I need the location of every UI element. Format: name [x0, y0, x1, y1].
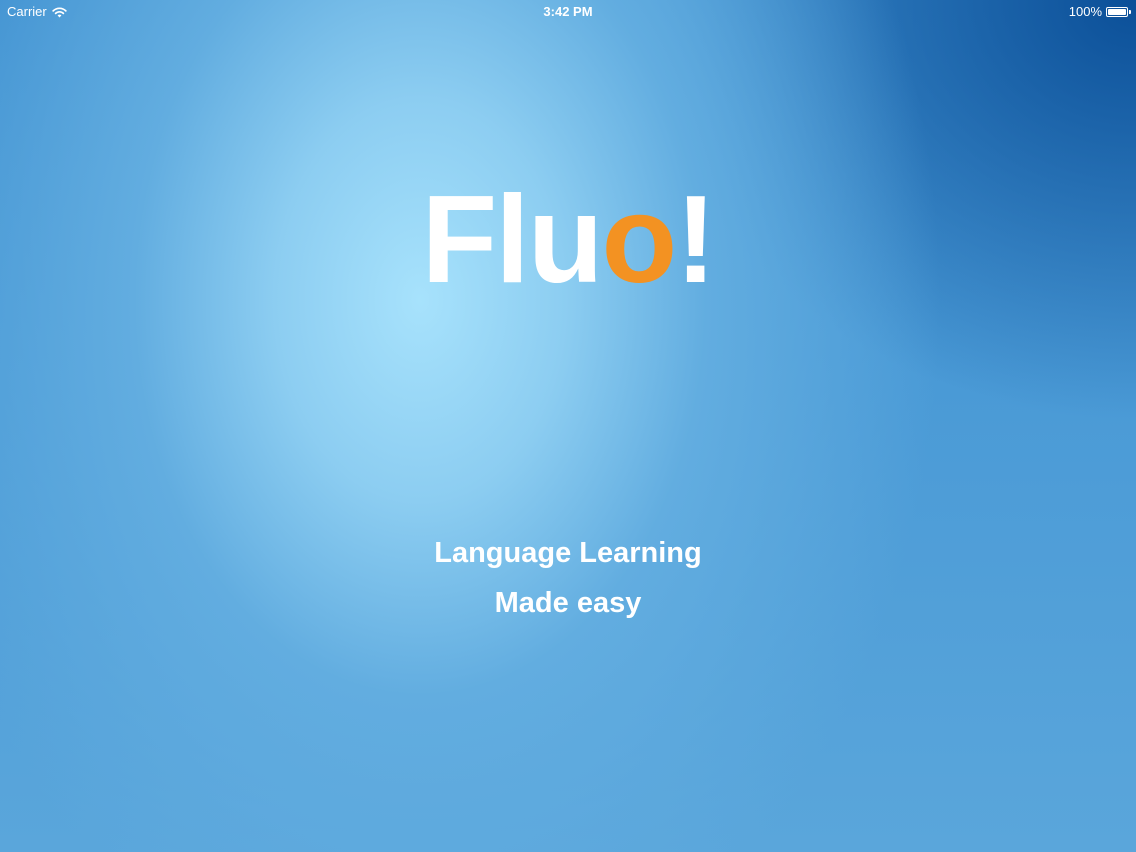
battery-level-fill	[1108, 8, 1126, 15]
tagline-line-1: Language Learning	[434, 537, 702, 569]
app-logo: Fluo!	[0, 178, 1136, 302]
battery-icon	[1106, 6, 1131, 17]
logo-text-start: Flu	[421, 171, 604, 309]
status-time: 3:42 PM	[543, 4, 593, 19]
status-bar: Carrier 3:42 PM 100%	[0, 0, 1136, 24]
battery-percent: 100%	[1068, 4, 1102, 19]
status-bar-right: 100%	[1068, 4, 1131, 19]
tagline-line-2: Made easy	[494, 587, 642, 619]
logo-accent-letter: o	[601, 171, 677, 309]
logo-text-end: !	[675, 171, 716, 309]
